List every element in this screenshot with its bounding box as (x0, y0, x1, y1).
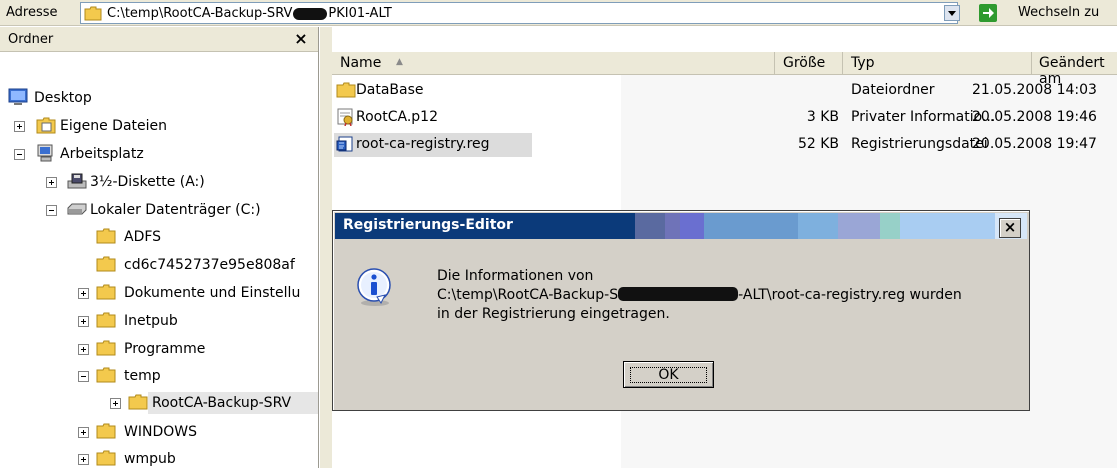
collapse-icon[interactable] (78, 371, 89, 382)
file-name: DataBase (356, 82, 424, 98)
column-header-size[interactable]: Größe (775, 52, 843, 75)
tree-item-wmpub[interactable]: wmpub (78, 448, 318, 468)
sort-ascending-icon: ▲ (396, 57, 403, 67)
folder-pane-header: Ordner × (0, 27, 318, 52)
folder-icon (84, 6, 102, 21)
titlebar-segment (880, 213, 900, 239)
folder-pane: Ordner × Desktop Eigene Dateien Arbeitsp… (0, 27, 319, 468)
address-input[interactable]: C:\temp\RootCA-Backup-SRV PKI01-ALT (80, 2, 958, 24)
file-row[interactable]: DataBase Dateiordner 21.05.2008 14:03 (332, 79, 1117, 103)
tree-item-floppy[interactable]: 3½-Diskette (A:) (46, 171, 316, 193)
file-name: root-ca-registry.reg (356, 136, 490, 152)
address-bar: Adresse C:\temp\RootCA-Backup-SRV PKI01-A… (0, 0, 1117, 26)
certificate-file-icon (337, 108, 353, 126)
dialog-title: Registrierungs-Editor (343, 217, 513, 233)
address-label: Adresse (6, 5, 58, 20)
tree-item-my-computer[interactable]: Arbeitsplatz (14, 143, 314, 165)
folder-icon (336, 82, 356, 98)
message-line: Die Informationen von (437, 268, 594, 284)
folder-icon (128, 394, 148, 410)
tree-item-rootca-backup[interactable]: RootCA-Backup-SRV (110, 392, 318, 414)
file-modified: 20.05.2008 19:46 (972, 109, 1097, 125)
tree-item-adfs[interactable]: ADFS (96, 226, 316, 248)
column-header-modified[interactable]: Geändert am (1032, 52, 1117, 87)
ok-button[interactable]: OK (623, 361, 714, 388)
go-arrow-icon (979, 4, 997, 22)
tree-item-desktop[interactable]: Desktop (6, 87, 306, 109)
column-header-name[interactable]: Name ▲ (332, 52, 775, 75)
collapse-icon[interactable] (14, 149, 25, 160)
redaction-mark (293, 7, 328, 20)
expand-icon[interactable] (78, 427, 89, 438)
tree-item-windows[interactable]: WINDOWS (78, 421, 318, 443)
file-type: Dateiordner (851, 82, 935, 98)
hard-drive-icon (67, 203, 87, 215)
titlebar-segment (635, 213, 665, 239)
expand-icon[interactable] (46, 177, 57, 188)
address-dropdown-button[interactable] (944, 5, 960, 21)
tree-item-inetpub[interactable]: Inetpub (78, 310, 318, 332)
file-row[interactable]: RootCA.p12 3 KB Privater Informatio... 2… (332, 106, 1117, 130)
close-icon[interactable]: × (291, 29, 311, 48)
expand-icon[interactable] (78, 316, 89, 327)
close-icon[interactable]: × (999, 218, 1021, 238)
file-row-selected[interactable]: root-ca-registry.reg 52 KB Registrierung… (332, 133, 1117, 157)
titlebar-segment (680, 213, 704, 239)
my-documents-icon (36, 117, 56, 134)
expand-icon[interactable] (78, 288, 89, 299)
tree-item-dokumente[interactable]: Dokumente und Einstellu (78, 282, 318, 304)
registry-file-icon (336, 136, 353, 152)
expand-icon[interactable] (110, 398, 121, 409)
go-button[interactable]: Wechseln zu (976, 2, 1117, 24)
file-size: 3 KB (806, 109, 839, 125)
message-dialog: Registrierungs-Editor × Die Informatione… (332, 210, 1030, 411)
pane-splitter[interactable] (320, 27, 332, 468)
redaction-mark (618, 287, 739, 301)
folder-icon (96, 423, 116, 439)
message-line: in der Registrierung eingetragen. (437, 306, 670, 322)
collapse-icon[interactable] (46, 205, 57, 216)
column-header-type[interactable]: Typ (843, 52, 1032, 75)
ok-button-label: OK (630, 367, 707, 383)
file-modified: 20.05.2008 19:47 (972, 136, 1097, 152)
tree-item-my-documents[interactable]: Eigene Dateien (14, 115, 314, 137)
tree-item-programme[interactable]: Programme (78, 338, 318, 360)
titlebar-segment (900, 213, 995, 239)
folder-icon (96, 367, 116, 383)
titlebar-segment (704, 213, 798, 239)
expand-icon[interactable] (78, 454, 89, 465)
folder-icon (96, 228, 116, 244)
desktop-icon (8, 88, 28, 105)
tree-item-local-disk[interactable]: Lokaler Datenträger (C:) (46, 199, 316, 221)
dialog-message: Die Informationen von C:\temp\RootCA-Bac… (437, 267, 962, 324)
expand-icon[interactable] (14, 121, 25, 132)
folder-icon (96, 340, 116, 356)
tree-item-cd6c[interactable]: cd6c7452737e95e808af (96, 254, 318, 276)
folder-pane-title: Ordner (8, 32, 54, 47)
dialog-titlebar[interactable]: Registrierungs-Editor × (335, 213, 1027, 239)
folder-icon (96, 256, 116, 272)
my-computer-icon (37, 144, 53, 162)
floppy-drive-icon (67, 173, 87, 189)
titlebar-segment (838, 213, 880, 239)
tree-item-temp[interactable]: temp (78, 365, 318, 387)
information-icon (357, 268, 391, 306)
column-header-row: Name ▲ Größe Typ Geändert am (332, 52, 1117, 87)
file-name: RootCA.p12 (356, 109, 438, 125)
file-modified: 21.05.2008 14:03 (972, 82, 1097, 98)
file-type: Registrierungsdatei (851, 136, 988, 152)
message-line: C:\temp\RootCA-Backup-S -ALT\root-ca-regi… (437, 287, 962, 303)
go-label: Wechseln zu (1018, 5, 1100, 20)
folder-icon (96, 312, 116, 328)
address-path: C:\temp\RootCA-Backup-SRV PKI01-ALT (107, 6, 392, 21)
file-size: 52 KB (797, 136, 839, 152)
folder-icon (96, 450, 116, 466)
folder-icon (96, 284, 116, 300)
expand-icon[interactable] (78, 344, 89, 355)
titlebar-segment (798, 213, 838, 239)
